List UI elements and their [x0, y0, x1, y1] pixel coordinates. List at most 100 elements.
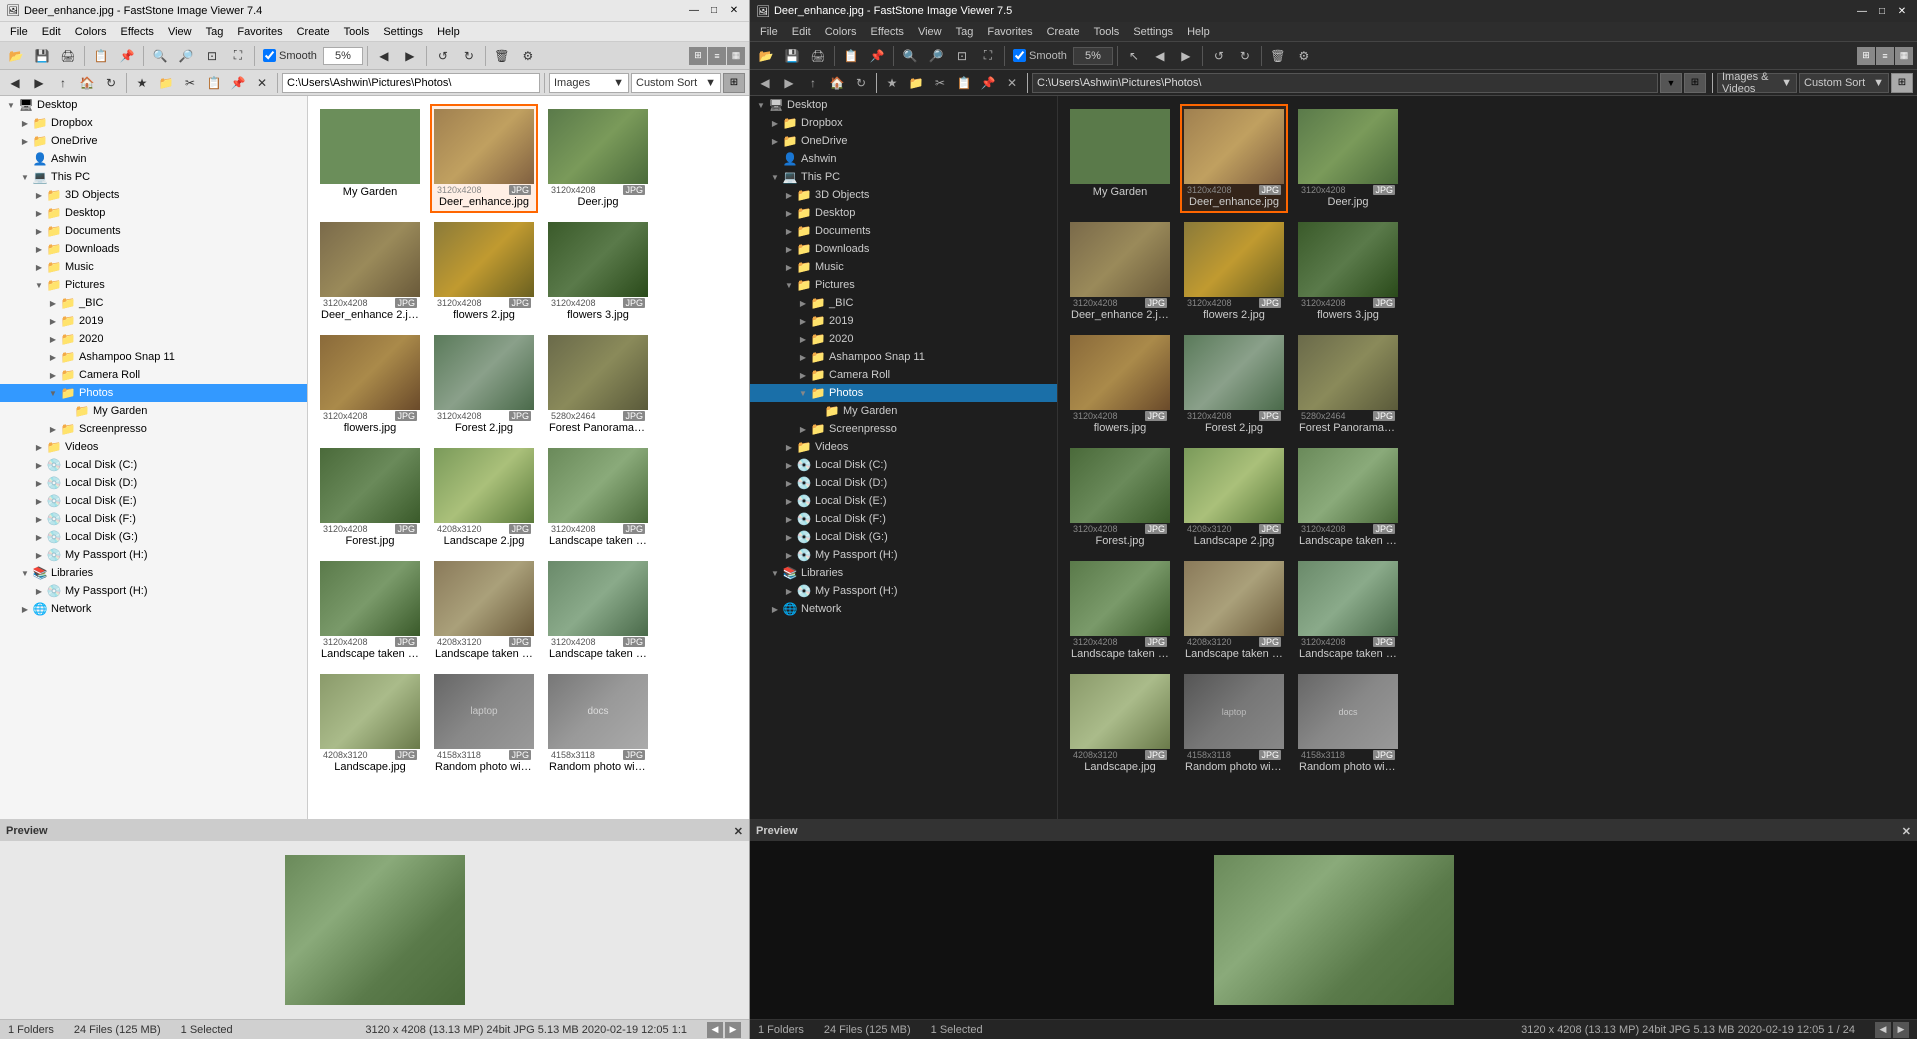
- nav-star[interactable]: ★: [131, 73, 153, 93]
- thumb-forest[interactable]: 3120x4208JPG Forest.jpg: [316, 443, 424, 552]
- rnav-refresh[interactable]: ↻: [850, 73, 872, 93]
- left-tree-videos[interactable]: ▶ 📁 Videos: [0, 438, 307, 456]
- right-address-bar[interactable]: C:\Users\Ashwin\Pictures\Photos\: [1032, 73, 1658, 93]
- left-menu-settings[interactable]: Settings: [377, 24, 429, 40]
- expand-e[interactable]: ▶: [32, 494, 46, 508]
- rtb-zoom-out[interactable]: 🔎: [924, 45, 948, 67]
- rexpand-music[interactable]: ▶: [782, 260, 796, 274]
- nav-paste2[interactable]: 📌: [227, 73, 249, 93]
- rexpand-photos[interactable]: ▼: [796, 386, 810, 400]
- thumb-deer-enhance[interactable]: 3120x4208JPG Deer_enhance.jpg: [430, 104, 538, 213]
- expand-mygarden[interactable]: [60, 404, 74, 418]
- rtree-bic[interactable]: ▶ 📁 _BIC: [750, 294, 1057, 312]
- zoom-input[interactable]: 5%: [323, 47, 363, 65]
- left-tree-desktop[interactable]: ▼ 🖥 Desktop: [0, 96, 307, 114]
- rtree-disk-c[interactable]: ▶ 💿 Local Disk (C:): [750, 456, 1057, 474]
- rexpand-dropbox[interactable]: ▶: [768, 116, 782, 130]
- rexpand-2019[interactable]: ▶: [796, 314, 810, 328]
- rexpand-d[interactable]: ▶: [782, 476, 796, 490]
- right-menu-favorites[interactable]: Favorites: [981, 24, 1038, 40]
- rtree-mygarden[interactable]: 📁 My Garden: [750, 402, 1057, 420]
- thumb-forest2[interactable]: 3120x4208JPG Forest 2.jpg: [430, 330, 538, 439]
- left-tree-ashwin[interactable]: 👤 Ashwin: [0, 150, 307, 168]
- nav-fwd[interactable]: ▶: [28, 73, 50, 93]
- rthumb-mygarden[interactable]: My Garden: [1066, 104, 1174, 213]
- rtree-music[interactable]: ▶ 📁 Music: [750, 258, 1057, 276]
- rexpand-passport[interactable]: ▶: [782, 548, 796, 562]
- right-sort-dropdown[interactable]: Custom Sort ▼: [1799, 73, 1889, 93]
- rthumb-flowers3[interactable]: 3120x4208JPG flowers 3.jpg: [1294, 217, 1402, 326]
- expand-downloads[interactable]: ▶: [32, 242, 46, 256]
- rtb-rotate-r[interactable]: ↻: [1233, 45, 1257, 67]
- tb-rotate-r[interactable]: ↻: [457, 45, 481, 67]
- rexpand-pictures[interactable]: ▼: [782, 278, 796, 292]
- right-menu-create[interactable]: Create: [1041, 24, 1086, 40]
- left-menu-edit[interactable]: Edit: [36, 24, 67, 40]
- left-tree-passport[interactable]: ▶ 💿 My Passport (H:): [0, 546, 307, 564]
- expand-desktop2[interactable]: ▶: [32, 206, 46, 220]
- rnav-back[interactable]: ◀: [754, 73, 776, 93]
- left-maximize-btn[interactable]: □: [705, 3, 723, 19]
- view-icon-2[interactable]: ≡: [708, 47, 726, 65]
- left-preview-close[interactable]: ✕: [734, 825, 743, 838]
- smooth-checkbox[interactable]: [263, 49, 276, 62]
- rexpand-ashampoo[interactable]: ▶: [796, 350, 810, 364]
- rexpand-passport2[interactable]: ▶: [782, 584, 796, 598]
- nav-refresh[interactable]: ↻: [100, 73, 122, 93]
- rexpand-thispc[interactable]: ▼: [768, 170, 782, 184]
- expand-f[interactable]: ▶: [32, 512, 46, 526]
- rthumb-landscape-fro2[interactable]: 3120x4208JPG Landscape taken fro...: [1066, 556, 1174, 665]
- rtb-prev[interactable]: ◀: [1148, 45, 1172, 67]
- filter-dropdown[interactable]: Images ▼: [549, 73, 629, 93]
- rtb-delete[interactable]: 🗑: [1266, 45, 1290, 67]
- expand-music[interactable]: ▶: [32, 260, 46, 274]
- rexpand-downloads[interactable]: ▶: [782, 242, 796, 256]
- left-tree-bic[interactable]: ▶ 📁 _BIC: [0, 294, 307, 312]
- rtree-docs[interactable]: ▶ 📁 Documents: [750, 222, 1057, 240]
- rthumb-deer2[interactable]: 3120x4208JPG Deer_enhance 2.jpg: [1066, 217, 1174, 326]
- thumb-forest-pan[interactable]: 5280x2464JPG Forest Panorama.jpg: [544, 330, 652, 439]
- left-close-btn[interactable]: ✕: [725, 3, 743, 19]
- right-menu-view[interactable]: View: [912, 24, 948, 40]
- tb-save[interactable]: 💾: [30, 45, 54, 67]
- nav-copy2[interactable]: 📋: [203, 73, 225, 93]
- expand-screen[interactable]: ▶: [46, 422, 60, 436]
- tb-fit[interactable]: ⊡: [200, 45, 224, 67]
- left-menu-favorites[interactable]: Favorites: [231, 24, 288, 40]
- rexpand-network[interactable]: ▶: [768, 602, 782, 616]
- rtree-photos[interactable]: ▼ 📁 Photos: [750, 384, 1057, 402]
- rtb-zoom-in[interactable]: 🔍: [898, 45, 922, 67]
- rexpand-g[interactable]: ▶: [782, 530, 796, 544]
- rexpand-screen[interactable]: ▶: [796, 422, 810, 436]
- rview-icon-3[interactable]: ▦: [1895, 47, 1913, 65]
- left-tree-disk-g[interactable]: ▶ 💿 Local Disk (G:): [0, 528, 307, 546]
- left-tree-onedrive[interactable]: ▶ 📁 OneDrive: [0, 132, 307, 150]
- rtree-disk-e[interactable]: ▶ 💿 Local Disk (E:): [750, 492, 1057, 510]
- rtree-3d[interactable]: ▶ 📁 3D Objects: [750, 186, 1057, 204]
- right-menu-colors[interactable]: Colors: [819, 24, 863, 40]
- rtb-save[interactable]: 💾: [780, 45, 804, 67]
- rthumb-forest2[interactable]: 3120x4208JPG Forest 2.jpg: [1180, 330, 1288, 439]
- rtb-settings[interactable]: ⚙: [1292, 45, 1316, 67]
- expand-ashampoo[interactable]: ▶: [46, 350, 60, 364]
- rtree-screen[interactable]: ▶ 📁 Screenpresso: [750, 420, 1057, 438]
- left-tree-3d[interactable]: ▶ 📁 3D Objects: [0, 186, 307, 204]
- rtb-rotate-l[interactable]: ↺: [1207, 45, 1231, 67]
- tb-fullscreen[interactable]: ⛶: [226, 45, 250, 67]
- thumb-landscape-main[interactable]: 4208x3120JPG Landscape.jpg: [316, 669, 424, 778]
- rexpand-camera[interactable]: ▶: [796, 368, 810, 382]
- expand-ashwin[interactable]: [18, 152, 32, 166]
- left-tree-disk-f[interactable]: ▶ 💿 Local Disk (F:): [0, 510, 307, 528]
- rtree-camera[interactable]: ▶ 📁 Camera Roll: [750, 366, 1057, 384]
- rnav-up[interactable]: ↑: [802, 73, 824, 93]
- rnav-star[interactable]: ★: [881, 73, 903, 93]
- rtb-cursor[interactable]: ↖: [1122, 45, 1146, 67]
- left-tree-screen[interactable]: ▶ 📁 Screenpresso: [0, 420, 307, 438]
- nav-up[interactable]: ↑: [52, 73, 74, 93]
- rtree-2019[interactable]: ▶ 📁 2019: [750, 312, 1057, 330]
- tb-copy[interactable]: 📋: [89, 45, 113, 67]
- rtb-next[interactable]: ▶: [1174, 45, 1198, 67]
- rthumb-deer-enhance[interactable]: 3120x4208JPG Deer_enhance.jpg: [1180, 104, 1288, 213]
- left-tree-disk-d[interactable]: ▶ 💿 Local Disk (D:): [0, 474, 307, 492]
- rtree-dropbox[interactable]: ▶ 📁 Dropbox: [750, 114, 1057, 132]
